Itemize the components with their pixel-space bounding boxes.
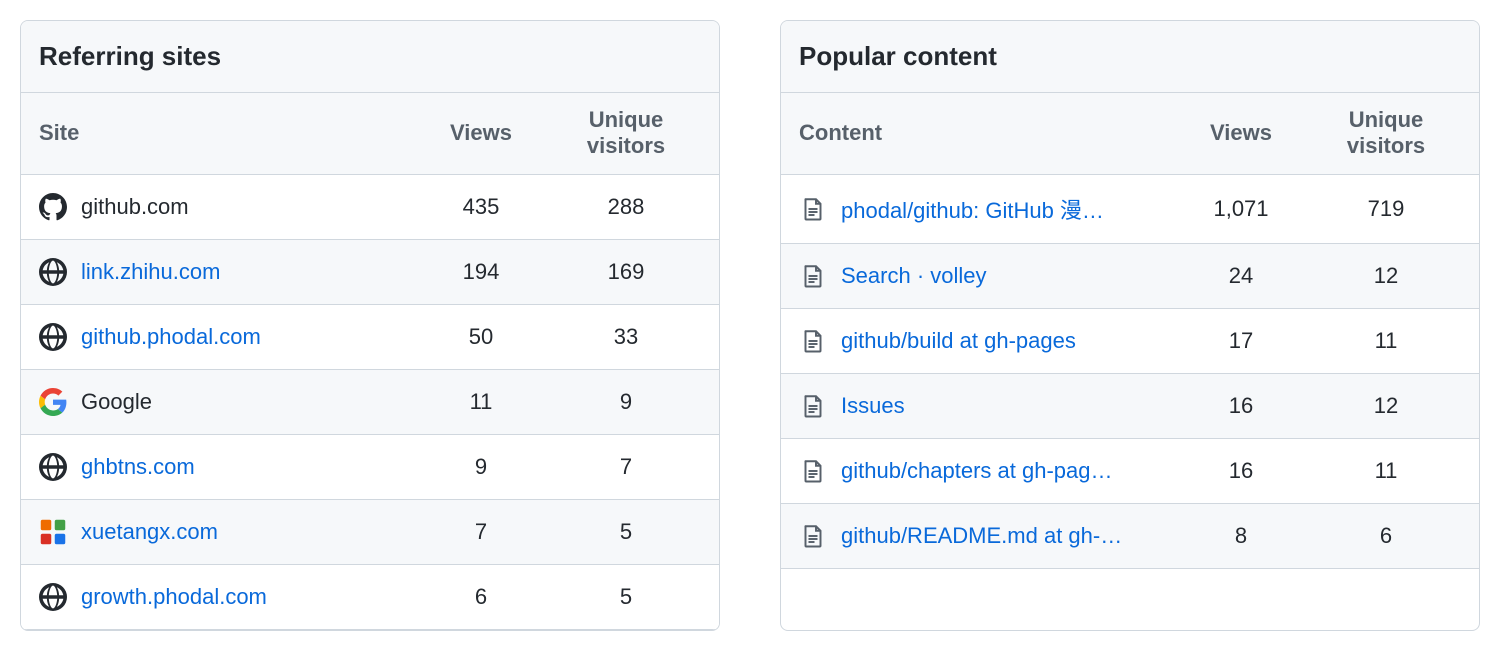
content-link[interactable]: github/README.md at gh-… — [841, 523, 1171, 549]
views-value: 6 — [411, 584, 551, 610]
table-row: growth.phodal.com 65 — [21, 565, 719, 630]
col-unique-header: Unique visitors — [1311, 107, 1461, 160]
unique-value: 288 — [551, 194, 701, 220]
unique-value: 11 — [1311, 458, 1461, 484]
referring-sites-panel: Referring sites Site Views Unique visito… — [20, 20, 720, 631]
table-row: Issues1612 — [781, 374, 1479, 439]
content-link[interactable]: Issues — [841, 393, 1171, 419]
site-name: github.com — [81, 194, 189, 220]
site-name[interactable]: ghbtns.com — [81, 454, 195, 480]
globe-icon — [39, 583, 67, 611]
globe-icon — [39, 323, 67, 351]
views-value: 16 — [1171, 458, 1311, 484]
content-link[interactable]: github/build at gh-pages — [841, 328, 1171, 354]
site-cell: growth.phodal.com — [39, 583, 411, 611]
table-row: github.com 435288 — [21, 175, 719, 240]
referring-sites-header: Referring sites — [21, 21, 719, 93]
popular-content-panel: Popular content Content Views Unique vis… — [780, 20, 1480, 631]
site-cell: xuetangx.com — [39, 518, 411, 546]
globe-icon — [39, 453, 67, 481]
unique-value: 11 — [1311, 328, 1461, 354]
referring-table-header: Site Views Unique visitors — [21, 93, 719, 175]
content-link[interactable]: github/chapters at gh-pag… — [841, 458, 1171, 484]
globe-icon — [39, 258, 67, 286]
views-value: 7 — [411, 519, 551, 545]
table-row: github.phodal.com 5033 — [21, 305, 719, 370]
popular-rows: phodal/github: GitHub 漫…1,071719Search ·… — [781, 175, 1479, 569]
site-name[interactable]: growth.phodal.com — [81, 584, 267, 610]
site-name[interactable]: github.phodal.com — [81, 324, 261, 350]
unique-value: 12 — [1311, 263, 1461, 289]
views-value: 50 — [411, 324, 551, 350]
views-value: 8 — [1171, 523, 1311, 549]
site-name: Google — [81, 389, 152, 415]
col-content-header: Content — [799, 120, 1171, 146]
referring-sites-title: Referring sites — [39, 41, 701, 72]
unique-value: 5 — [551, 584, 701, 610]
file-icon — [799, 195, 827, 223]
popular-content-title: Popular content — [799, 41, 1461, 72]
views-value: 11 — [411, 389, 551, 415]
site-name[interactable]: link.zhihu.com — [81, 259, 220, 285]
table-row: Google 119 — [21, 370, 719, 435]
content-cell: github/chapters at gh-pag… — [799, 457, 1171, 485]
table-row: ghbtns.com 97 — [21, 435, 719, 500]
col-views-header: Views — [1171, 120, 1311, 146]
unique-value: 33 — [551, 324, 701, 350]
content-cell: github/README.md at gh-… — [799, 522, 1171, 550]
col-views-header: Views — [411, 120, 551, 146]
site-cell: github.phodal.com — [39, 323, 411, 351]
unique-value: 7 — [551, 454, 701, 480]
table-row: xuetangx.com 75 — [21, 500, 719, 565]
content-cell: Search · volley — [799, 262, 1171, 290]
content-cell: phodal/github: GitHub 漫… — [799, 193, 1171, 225]
table-row: phodal/github: GitHub 漫…1,071719 — [781, 175, 1479, 244]
unique-value: 6 — [1311, 523, 1461, 549]
views-value: 1,071 — [1171, 196, 1311, 222]
site-cell: ghbtns.com — [39, 453, 411, 481]
views-value: 16 — [1171, 393, 1311, 419]
popular-content-header: Popular content — [781, 21, 1479, 93]
site-name[interactable]: xuetangx.com — [81, 519, 218, 545]
xuetang-icon — [39, 518, 67, 546]
table-row: link.zhihu.com 194169 — [21, 240, 719, 305]
site-cell: link.zhihu.com — [39, 258, 411, 286]
file-icon — [799, 262, 827, 290]
views-value: 194 — [411, 259, 551, 285]
unique-value: 169 — [551, 259, 701, 285]
referring-rows: github.com 435288 link.zhihu.com 194169 gith… — [21, 175, 719, 630]
github-icon — [39, 193, 67, 221]
views-value: 435 — [411, 194, 551, 220]
table-row: github/chapters at gh-pag…1611 — [781, 439, 1479, 504]
file-icon — [799, 522, 827, 550]
content-cell: github/build at gh-pages — [799, 327, 1171, 355]
table-row: github/README.md at gh-…86 — [781, 504, 1479, 569]
file-icon — [799, 392, 827, 420]
unique-value: 719 — [1311, 196, 1461, 222]
views-value: 17 — [1171, 328, 1311, 354]
table-row: Search · volley2412 — [781, 244, 1479, 309]
unique-value: 9 — [551, 389, 701, 415]
col-unique-header: Unique visitors — [551, 107, 701, 160]
content-link[interactable]: Search · volley — [841, 263, 1171, 289]
content-link[interactable]: phodal/github: GitHub 漫… — [841, 193, 1171, 225]
content-cell: Issues — [799, 392, 1171, 420]
views-value: 9 — [411, 454, 551, 480]
file-icon — [799, 327, 827, 355]
col-site-header: Site — [39, 120, 411, 146]
google-icon — [39, 388, 67, 416]
popular-table-header: Content Views Unique visitors — [781, 93, 1479, 175]
file-icon — [799, 457, 827, 485]
site-cell: Google — [39, 388, 411, 416]
unique-value: 5 — [551, 519, 701, 545]
site-cell: github.com — [39, 193, 411, 221]
views-value: 24 — [1171, 263, 1311, 289]
table-row: github/build at gh-pages1711 — [781, 309, 1479, 374]
unique-value: 12 — [1311, 393, 1461, 419]
